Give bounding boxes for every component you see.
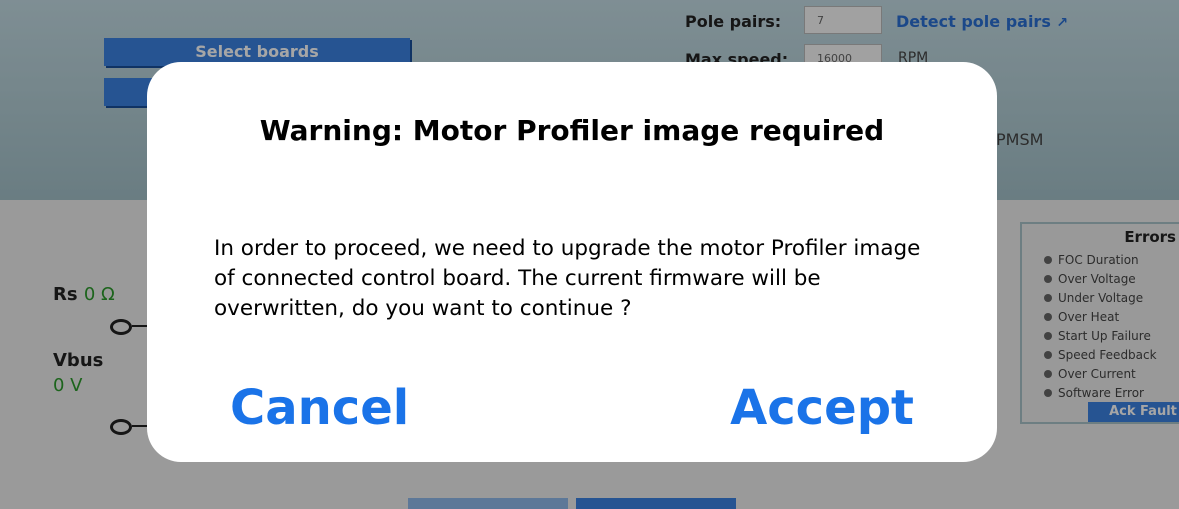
dialog-title: Warning: Motor Profiler image required (259, 114, 885, 147)
warning-dialog: Warning: Motor Profiler image required I… (147, 62, 997, 462)
accept-button[interactable]: Accept (730, 378, 914, 438)
cancel-button[interactable]: Cancel (230, 378, 409, 438)
dialog-message: In order to proceed, we need to upgrade … (214, 236, 921, 321)
